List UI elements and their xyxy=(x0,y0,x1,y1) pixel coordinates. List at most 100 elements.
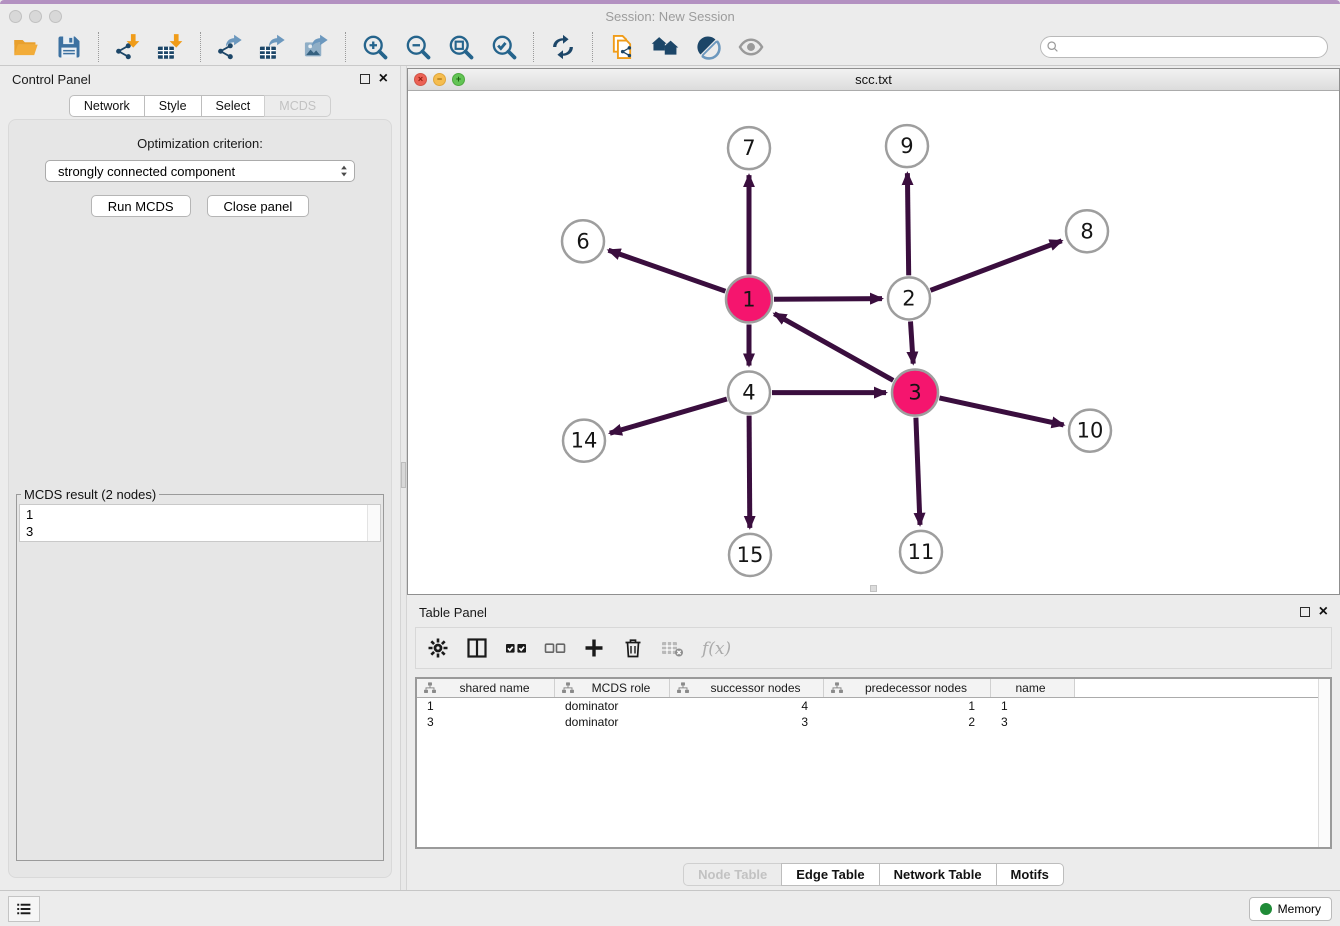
graph-node-4[interactable]: 4 xyxy=(728,372,770,414)
table-cell[interactable]: 4 xyxy=(670,699,824,713)
criterion-dropdown[interactable]: strongly connected component xyxy=(45,160,355,182)
graph-node-15[interactable]: 15 xyxy=(729,534,771,576)
home-layout-icon[interactable] xyxy=(651,33,679,61)
graph-edge-1-2[interactable] xyxy=(774,299,882,300)
table-cell[interactable]: dominator xyxy=(555,715,670,729)
export-image-icon[interactable] xyxy=(302,33,330,61)
result-scrollbar[interactable] xyxy=(367,505,380,541)
search-input[interactable] xyxy=(1040,36,1328,58)
import-network-icon[interactable] xyxy=(114,33,142,61)
clone-network-icon[interactable] xyxy=(608,33,636,61)
table-cell[interactable]: 3 xyxy=(417,715,555,729)
network-view[interactable]: 7 9 6 8 1 2 4 3 14 10 15 11 xyxy=(408,91,1339,594)
toggle-columns-icon[interactable] xyxy=(465,636,489,660)
table-cell[interactable]: 1 xyxy=(824,699,991,713)
graph-edge-3-10[interactable] xyxy=(939,398,1063,425)
graph-node-6[interactable]: 6 xyxy=(562,220,604,262)
splitter-handle[interactable] xyxy=(401,462,406,488)
canvas-scroll-handle[interactable] xyxy=(870,585,877,592)
tab-mcds[interactable]: MCDS xyxy=(264,95,331,117)
graph-node-7[interactable]: 7 xyxy=(728,127,770,169)
graph-node-2[interactable]: 2 xyxy=(888,277,930,319)
minimize-window-button[interactable] xyxy=(29,10,42,23)
maximize-window-button[interactable] xyxy=(49,10,62,23)
import-table-icon[interactable] xyxy=(157,33,185,61)
graph-edge-2-8[interactable] xyxy=(931,241,1062,290)
float-panel-button[interactable] xyxy=(360,74,370,84)
zoom-selected-icon[interactable] xyxy=(490,33,518,61)
graph-edge-4-15[interactable] xyxy=(749,416,750,528)
open-session-icon[interactable] xyxy=(12,33,40,61)
table-cell[interactable]: 1 xyxy=(991,699,1075,713)
graph-node-8[interactable]: 8 xyxy=(1066,210,1108,252)
table-cell[interactable]: 3 xyxy=(991,715,1075,729)
tab-network[interactable]: Network xyxy=(69,95,145,117)
column-header-predecessor-nodes[interactable]: predecessor nodes xyxy=(824,679,991,697)
panel-splitter[interactable] xyxy=(400,66,407,890)
export-table-icon[interactable] xyxy=(259,33,287,61)
zoom-out-icon[interactable] xyxy=(404,33,432,61)
close-panel-button-2[interactable]: Close panel xyxy=(207,195,310,217)
tab-edge-table[interactable]: Edge Table xyxy=(781,863,879,886)
task-history-button[interactable] xyxy=(8,896,40,922)
tab-node-table[interactable]: Node Table xyxy=(683,863,782,886)
table-cell[interactable]: dominator xyxy=(555,699,670,713)
graph-node-3[interactable]: 3 xyxy=(892,370,938,416)
select-all-rows-icon[interactable] xyxy=(504,636,528,660)
column-header-MCDS-role[interactable]: MCDS role xyxy=(555,679,670,697)
sort-hierarchy-icon xyxy=(561,681,575,695)
table-cell[interactable]: 1 xyxy=(417,699,555,713)
show-graphics-details-icon[interactable] xyxy=(737,33,765,61)
zoom-fit-icon[interactable] xyxy=(447,33,475,61)
table-cell[interactable]: 2 xyxy=(824,715,991,729)
graph-node-10[interactable]: 10 xyxy=(1069,410,1111,452)
close-table-panel-button[interactable]: × xyxy=(1319,607,1328,617)
graph-node-label: 15 xyxy=(737,542,764,567)
float-table-panel-button[interactable] xyxy=(1300,607,1310,617)
graph-edge-3-11[interactable] xyxy=(916,418,920,525)
control-panel-header: Control Panel × xyxy=(0,66,400,92)
memory-button[interactable]: Memory xyxy=(1249,897,1332,921)
tab-motifs[interactable]: Motifs xyxy=(996,863,1064,886)
network-window: × − + scc.txt 7 9 6 8 1 2 4 3 14 10 15 11 xyxy=(407,68,1340,595)
graph-node-14[interactable]: 14 xyxy=(563,420,605,462)
graph-node-9[interactable]: 9 xyxy=(886,125,928,167)
network-graph[interactable]: 7 9 6 8 1 2 4 3 14 10 15 11 xyxy=(408,91,1339,594)
table-settings-icon[interactable] xyxy=(426,636,450,660)
zoom-in-icon[interactable] xyxy=(361,33,389,61)
graph-node-11[interactable]: 11 xyxy=(900,531,942,573)
delete-row-icon[interactable] xyxy=(621,636,645,660)
hide-graphics-details-icon[interactable] xyxy=(694,33,722,61)
graph-node-label: 6 xyxy=(576,228,589,253)
network-window-titlebar: × − + scc.txt xyxy=(408,69,1339,91)
column-header-shared-name[interactable]: shared name xyxy=(417,679,555,697)
network-maximize-button[interactable]: + xyxy=(452,73,465,86)
column-header-name[interactable]: name xyxy=(991,679,1075,697)
column-header-successor-nodes[interactable]: successor nodes xyxy=(670,679,824,697)
unselect-all-rows-icon[interactable] xyxy=(543,636,567,660)
mcds-result-list[interactable]: 13 xyxy=(19,504,381,542)
network-minimize-button[interactable]: − xyxy=(433,73,446,86)
graph-node-1[interactable]: 1 xyxy=(726,276,772,322)
mcds-panel-body: Optimization criterion: strongly connect… xyxy=(8,119,392,878)
refresh-icon[interactable] xyxy=(549,33,577,61)
export-network-icon[interactable] xyxy=(216,33,244,61)
graph-edge-3-1[interactable] xyxy=(774,314,893,381)
graph-edge-4-14[interactable] xyxy=(610,399,727,433)
tab-network-table[interactable]: Network Table xyxy=(879,863,997,886)
save-session-icon[interactable] xyxy=(55,33,83,61)
tab-select[interactable]: Select xyxy=(201,95,266,117)
network-close-button[interactable]: × xyxy=(414,73,427,86)
table-cell[interactable]: 3 xyxy=(670,715,824,729)
graph-edge-2-3[interactable] xyxy=(911,321,914,363)
add-row-icon[interactable] xyxy=(582,636,606,660)
close-panel-button[interactable]: × xyxy=(379,74,388,84)
close-window-button[interactable] xyxy=(9,10,22,23)
table-scrollbar[interactable] xyxy=(1318,679,1330,847)
graph-edge-1-6[interactable] xyxy=(609,250,726,291)
graph-node-label: 7 xyxy=(742,135,755,160)
tab-style[interactable]: Style xyxy=(144,95,202,117)
run-mcds-button[interactable]: Run MCDS xyxy=(91,195,191,217)
toolbar-separator xyxy=(200,32,201,62)
graph-edge-2-9[interactable] xyxy=(907,173,908,275)
